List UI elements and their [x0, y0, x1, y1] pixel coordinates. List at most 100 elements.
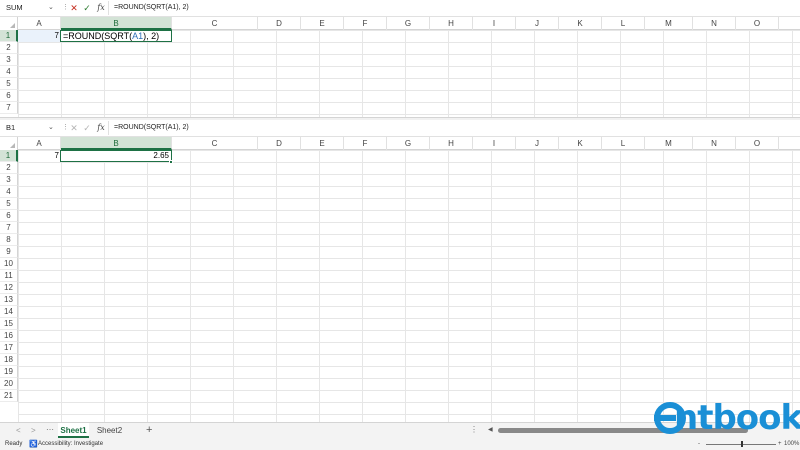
row-header-13[interactable]: 13: [0, 294, 18, 306]
row-header-16[interactable]: 16: [0, 330, 18, 342]
cell-a1[interactable]: 7: [18, 150, 61, 162]
formula-input[interactable]: =ROUND(SQRT(A1), 2): [114, 2, 189, 14]
watermark-text: ntbook: [674, 398, 800, 438]
column-header-o[interactable]: O: [736, 17, 779, 30]
row-header-19[interactable]: 19: [0, 366, 18, 378]
row-header-6[interactable]: 6: [0, 210, 18, 222]
accessibility-icon[interactable]: ♿: [29, 441, 38, 448]
cell-grid[interactable]: [18, 30, 800, 120]
row-header-4[interactable]: 4: [0, 186, 18, 198]
select-all-button[interactable]: [0, 137, 18, 150]
insert-function-icon[interactable]: fx: [96, 122, 106, 134]
chevron-down-icon[interactable]: ⌄: [48, 2, 54, 14]
row-header-4[interactable]: 4: [0, 66, 18, 78]
column-header-d[interactable]: D: [258, 137, 301, 150]
row-header-8[interactable]: 8: [0, 234, 18, 246]
select-all-triangle-icon: [10, 23, 15, 28]
row-header-2[interactable]: 2: [0, 42, 18, 54]
row-header-5[interactable]: 5: [0, 198, 18, 210]
bottom-pane: B1 ⌄ ⋮ ✕ ✓ fx =ROUND(SQRT(A1), 2) A B C …: [0, 120, 800, 422]
formula-text-suffix: ), 2): [143, 31, 160, 41]
chevron-down-icon[interactable]: ⌄: [48, 122, 54, 134]
watermark-logo: ntbook: [652, 398, 800, 442]
column-header-n[interactable]: N: [693, 17, 736, 30]
row-header-6[interactable]: 6: [0, 90, 18, 102]
sheet-tab-sheet1[interactable]: Sheet1: [58, 423, 89, 438]
column-header-m[interactable]: M: [645, 137, 693, 150]
enter-icon[interactable]: ✓: [82, 122, 92, 134]
column-header-i[interactable]: I: [473, 17, 516, 30]
cancel-icon[interactable]: ✕: [69, 122, 79, 134]
column-header-h[interactable]: H: [430, 17, 473, 30]
column-header-k[interactable]: K: [559, 17, 602, 30]
column-header-a[interactable]: A: [18, 17, 61, 30]
chevron-right-icon[interactable]: >: [31, 426, 36, 436]
column-header-e[interactable]: E: [301, 17, 344, 30]
row-header-7[interactable]: 7: [0, 222, 18, 234]
column-header-o[interactable]: O: [736, 137, 779, 150]
column-header-row: A B C D E F G H I J K L M N O: [0, 17, 800, 30]
row-header-11[interactable]: 11: [0, 270, 18, 282]
more-sheets-icon[interactable]: ⋯: [46, 425, 54, 434]
column-header-c[interactable]: C: [172, 17, 258, 30]
row-header-15[interactable]: 15: [0, 318, 18, 330]
formula-bar: SUM ⌄ ⋮ ✕ ✓ fx =ROUND(SQRT(A1), 2): [0, 0, 800, 17]
add-sheet-button[interactable]: +: [146, 424, 152, 437]
fill-handle[interactable]: [169, 160, 173, 164]
row-header-3[interactable]: 3: [0, 54, 18, 66]
row-header-17[interactable]: 17: [0, 342, 18, 354]
row-header-9[interactable]: 9: [0, 246, 18, 258]
column-header-d[interactable]: D: [258, 17, 301, 30]
column-header-i[interactable]: I: [473, 137, 516, 150]
more-icon: ⋮: [62, 4, 69, 11]
row-header-21[interactable]: 21: [0, 390, 18, 402]
column-header-n[interactable]: N: [693, 137, 736, 150]
column-header-b[interactable]: B: [61, 137, 172, 150]
chevron-left-icon[interactable]: <: [16, 426, 21, 436]
cancel-icon[interactable]: ✕: [69, 2, 79, 14]
cell-b1-editing[interactable]: =ROUND(SQRT(A1), 2): [60, 30, 172, 42]
row-header-7[interactable]: 7: [0, 102, 18, 114]
column-header-e[interactable]: E: [301, 137, 344, 150]
column-header-k[interactable]: K: [559, 137, 602, 150]
select-all-triangle-icon: [10, 143, 15, 148]
column-header-j[interactable]: J: [516, 137, 559, 150]
insert-function-icon[interactable]: fx: [96, 2, 106, 14]
row-header-20[interactable]: 20: [0, 378, 18, 390]
divider: [108, 121, 109, 135]
row-header-18[interactable]: 18: [0, 354, 18, 366]
column-header-l[interactable]: L: [602, 17, 645, 30]
row-header-1[interactable]: 1: [0, 150, 18, 162]
column-header-m[interactable]: M: [645, 17, 693, 30]
formula-input-bottom[interactable]: =ROUND(SQRT(A1), 2): [114, 122, 189, 134]
select-all-button[interactable]: [0, 17, 18, 30]
top-pane: SUM ⌄ ⋮ ✕ ✓ fx =ROUND(SQRT(A1), 2) A B C…: [0, 0, 800, 120]
row-header-14[interactable]: 14: [0, 306, 18, 318]
tab-splitter-icon[interactable]: ⋮: [470, 425, 478, 434]
row-header-3[interactable]: 3: [0, 174, 18, 186]
row-header-12[interactable]: 12: [0, 282, 18, 294]
formula-bar-bottom: B1 ⌄ ⋮ ✕ ✓ fx =ROUND(SQRT(A1), 2): [0, 120, 800, 137]
row-header-10[interactable]: 10: [0, 258, 18, 270]
column-header-h[interactable]: H: [430, 137, 473, 150]
enter-icon[interactable]: ✓: [82, 2, 92, 14]
accessibility-status[interactable]: Accessibility: Investigate: [38, 438, 103, 450]
cell-grid-bottom[interactable]: [18, 150, 800, 422]
row-header-1[interactable]: 1: [0, 30, 18, 42]
column-header-f[interactable]: F: [344, 137, 387, 150]
sheet-tab-sheet2[interactable]: Sheet2: [94, 423, 125, 438]
column-header-l[interactable]: L: [602, 137, 645, 150]
status-ready: Ready: [5, 441, 23, 447]
cell-b1-selected[interactable]: 2.65: [60, 150, 172, 162]
column-header-c[interactable]: C: [172, 137, 258, 150]
column-header-f[interactable]: F: [344, 17, 387, 30]
row-header-2[interactable]: 2: [0, 162, 18, 174]
column-header-j[interactable]: J: [516, 17, 559, 30]
column-header-a[interactable]: A: [18, 137, 61, 150]
scroll-left-icon[interactable]: ◀: [488, 426, 493, 433]
row-header-5[interactable]: 5: [0, 78, 18, 90]
column-header-g[interactable]: G: [387, 137, 430, 150]
column-header-b[interactable]: B: [61, 17, 172, 30]
column-header-g[interactable]: G: [387, 17, 430, 30]
cell-a1[interactable]: 7: [18, 30, 61, 42]
